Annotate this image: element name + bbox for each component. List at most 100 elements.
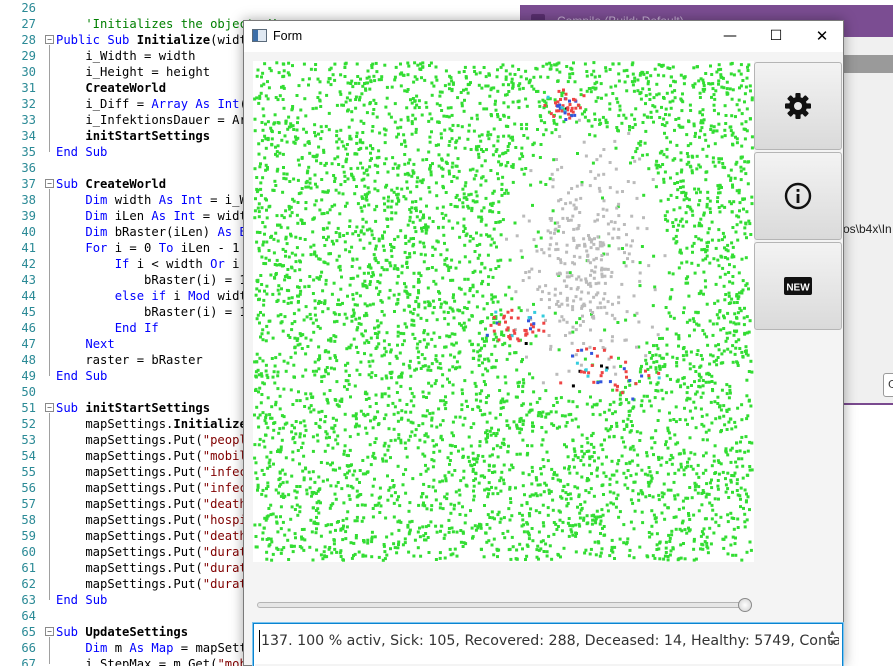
- code-text[interactable]: Dim m As Map = mapSettin: [56, 640, 261, 656]
- healthy-dot: [595, 474, 599, 478]
- healthy-dot: [731, 275, 735, 278]
- healthy-dot: [302, 454, 306, 458]
- recovered-dot: [579, 297, 583, 301]
- healthy-dot: [525, 122, 529, 126]
- code-text[interactable]: mapSettings.Put("durati: [56, 576, 254, 592]
- code-text[interactable]: Next: [56, 336, 114, 352]
- healthy-dot: [363, 204, 366, 208]
- healthy-dot: [407, 509, 411, 513]
- fold-toggle-icon[interactable]: −: [45, 35, 54, 44]
- code-text[interactable]: For i = 0 To iLen - 1: [56, 240, 239, 256]
- code-text[interactable]: mapSettings.Put("hospit: [56, 512, 254, 528]
- healthy-dot: [518, 542, 522, 546]
- healthy-dot: [403, 139, 407, 143]
- healthy-dot: [288, 180, 292, 183]
- healthy-dot: [307, 83, 310, 87]
- recovered-dot: [562, 230, 565, 234]
- healthy-dot: [304, 336, 308, 340]
- healthy-dot: [531, 539, 535, 543]
- minimize-button[interactable]: —: [707, 21, 753, 52]
- code-text[interactable]: Dim width As Int = i_Wi: [56, 192, 254, 208]
- healthy-dot: [734, 115, 737, 119]
- simulation-canvas[interactable]: [253, 61, 754, 562]
- code-text[interactable]: i_Diff = Array As Int(1: [56, 96, 254, 112]
- code-text[interactable]: mapSettings.Put("mobili: [56, 448, 254, 464]
- healthy-dot: [309, 518, 313, 522]
- healthy-dot: [656, 347, 660, 351]
- form-window[interactable]: Form — ☐ ✕ NEW 137. 100 % activ, Sick: 1…: [243, 20, 844, 666]
- healthy-dot: [734, 460, 738, 464]
- healthy-dot: [408, 208, 412, 211]
- recovered-dot: [583, 244, 587, 248]
- healthy-dot: [289, 388, 293, 392]
- healthy-dot: [452, 507, 456, 511]
- healthy-dot: [447, 115, 451, 119]
- healthy-dot: [396, 411, 400, 415]
- code-text[interactable]: mapSettings.Initialize: [56, 416, 246, 432]
- healthy-dot: [705, 245, 709, 248]
- code-text[interactable]: Dim bRaster(iLen) As By: [56, 224, 254, 240]
- healthy-dot: [448, 547, 452, 551]
- code-text[interactable]: End Sub: [56, 144, 107, 160]
- healthy-dot: [461, 505, 464, 509]
- healthy-dot: [539, 493, 543, 497]
- code-text[interactable]: mapSettings.Put("death: [56, 528, 254, 544]
- healthy-dot: [685, 398, 689, 402]
- healthy-dot: [668, 536, 672, 540]
- healthy-dot: [286, 301, 290, 305]
- fold-toggle-icon[interactable]: −: [45, 179, 54, 188]
- healthy-dot: [663, 503, 667, 507]
- healthy-dot: [711, 82, 715, 86]
- code-text[interactable]: mapSettings.Put("durati: [56, 560, 254, 576]
- healthy-dot: [605, 455, 608, 459]
- healthy-dot: [693, 488, 697, 492]
- code-text[interactable]: If i < width Or i >: [56, 256, 254, 272]
- code-text[interactable]: Sub initStartSettings: [56, 400, 210, 416]
- code-text[interactable]: Sub CreateWorld: [56, 176, 166, 192]
- code-text[interactable]: bRaster(i) = 12: [56, 272, 254, 288]
- code-text[interactable]: mapSettings.Put("death: [56, 496, 254, 512]
- form-titlebar[interactable]: Form — ☐ ✕: [244, 21, 843, 52]
- fold-toggle-icon[interactable]: −: [45, 403, 54, 412]
- code-text[interactable]: else if i Mod width: [56, 288, 254, 304]
- code-text[interactable]: i_Height = height: [56, 64, 210, 80]
- code-text[interactable]: mapSettings.Put("durati: [56, 544, 254, 560]
- healthy-dot: [431, 485, 435, 489]
- healthy-dot: [493, 517, 496, 521]
- code-text[interactable]: mapSettings.Put("infect: [56, 480, 254, 496]
- healthy-dot: [717, 343, 720, 347]
- background-window-button[interactable]: C: [883, 373, 893, 397]
- healthy-dot: [327, 338, 330, 342]
- code-text[interactable]: End Sub: [56, 368, 107, 384]
- code-text[interactable]: i_InfektionsDauer = Arr: [56, 112, 254, 128]
- fold-toggle-icon[interactable]: −: [45, 627, 54, 636]
- healthy-dot: [346, 81, 350, 85]
- code-text[interactable]: i_Width = width: [56, 48, 195, 64]
- code-text[interactable]: CreateWorld: [56, 80, 166, 96]
- code-text[interactable]: Sub UpdateSettings: [56, 624, 188, 640]
- code-text[interactable]: End If: [56, 320, 159, 336]
- healthy-dot: [601, 196, 604, 200]
- healthy-dot: [716, 402, 720, 405]
- healthy-dot: [716, 196, 720, 200]
- healthy-dot: [726, 311, 730, 315]
- maximize-button[interactable]: ☐: [753, 21, 799, 52]
- healthy-dot: [404, 197, 408, 201]
- healthy-dot: [325, 366, 329, 369]
- code-text[interactable]: initStartSettings: [56, 128, 210, 144]
- healthy-dot: [710, 73, 714, 76]
- close-button[interactable]: ✕: [799, 21, 845, 52]
- code-text[interactable]: raster = bRaster: [56, 352, 202, 368]
- code-text[interactable]: mapSettings.Put("people: [56, 432, 254, 448]
- recovered-dot: [627, 132, 631, 135]
- code-text[interactable]: Dim iLen As Int = width: [56, 208, 254, 224]
- healthy-dot: [536, 128, 539, 131]
- code-text[interactable]: Public Sub Initialize(width: [56, 32, 254, 48]
- healthy-dot: [641, 121, 645, 124]
- code-text[interactable]: End Sub: [56, 592, 107, 608]
- healthy-dot: [724, 447, 728, 451]
- code-text[interactable]: bRaster(i) = 12: [56, 304, 254, 320]
- healthy-dot: [408, 366, 412, 370]
- code-text[interactable]: mapSettings.Put("infect: [56, 464, 254, 480]
- healthy-dot: [276, 239, 280, 243]
